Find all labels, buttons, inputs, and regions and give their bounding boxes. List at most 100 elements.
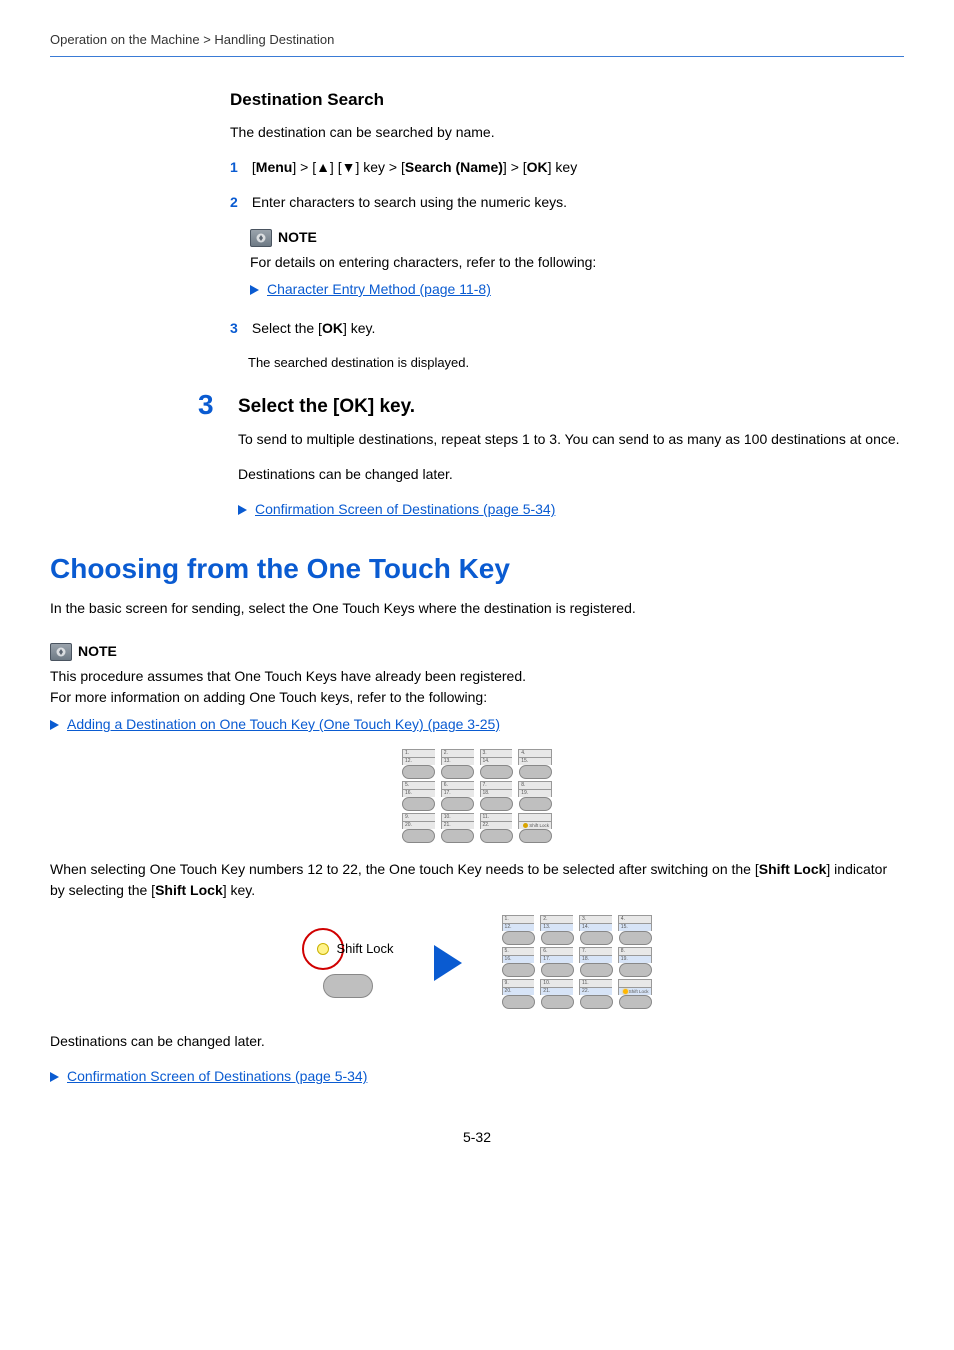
kp-label: 14. [480,757,513,765]
destination-search-heading: Destination Search [230,87,884,113]
one-touch-keypad-shifted: 1.2.3.4. 12.13.14.15. 5.6.7.8. 16.17.18.… [502,915,652,1011]
search-name-label: Search (Name) [405,159,503,175]
kp-label: 14. [579,923,612,931]
kp-button [502,963,535,977]
kp-button [619,963,652,977]
kp-shift-label: Shift Lock [518,821,552,829]
step-2: 2 Enter characters to search using the n… [230,192,884,213]
kp-label: 16. [502,955,535,963]
kp-label: 12. [502,923,535,931]
kp-button [541,995,574,1009]
kp-label: 9. [402,813,435,821]
text: ] key [548,159,578,175]
note-title: NOTE [278,227,317,248]
arrow-right-icon [434,945,462,981]
page-number: 5-32 [50,1127,904,1148]
kp-label: 6. [540,947,573,955]
kp-button [619,995,652,1009]
step-number: 2 [230,192,248,213]
kp-label: 5. [402,781,435,789]
big-step-number: 3 [198,391,220,531]
adding-destination-link[interactable]: Adding a Destination on One Touch Key (O… [67,714,500,735]
kp-label: 17. [540,955,573,963]
note-line-2: For more information on adding One Touch… [50,687,904,708]
step-3: 3 Select the [OK] key. [230,318,884,339]
kp-label: 2. [540,915,573,923]
note-box: NOTE For details on entering characters,… [250,227,824,300]
kp-button [519,829,552,843]
step-3-sub: The searched destination is displayed. [248,353,884,373]
kp-label: 1. [402,749,435,757]
section-title: Choosing from the One Touch Key [50,548,904,590]
kp-button [441,765,474,779]
confirmation-link[interactable]: Confirmation Screen of Destinations (pag… [255,499,555,520]
divider [50,56,904,57]
kp-label: 2. [441,749,474,757]
kp-button [480,765,513,779]
kp-label: 3. [579,915,612,923]
kp-label: 18. [480,789,513,797]
kp-label: 8. [618,947,652,955]
kp-button [580,995,613,1009]
kp-label [618,979,652,987]
kp-label: 22. [480,821,513,829]
kp-button [541,963,574,977]
kp-label: 19. [518,789,552,797]
step-text: Enter characters to search using the num… [252,194,567,210]
note-line-1: This procedure assumes that One Touch Ke… [50,666,904,687]
kp-label: 12. [402,757,435,765]
kp-button [441,797,474,811]
kp-label: 10. [441,813,474,821]
menu-label: Menu [256,159,293,175]
ok-label: OK [527,159,548,175]
kp-label: 4. [618,915,652,923]
note-icon [250,229,272,247]
kp-button [519,765,552,779]
kp-label: 10. [540,979,573,987]
kp-label: 21. [540,987,573,995]
text: When selecting One Touch Key numbers 12 … [50,861,759,877]
shift-lock-illustration-row: Shift Lock 1.2.3.4. 12.13.14.15. 5.6.7.8… [50,915,904,1011]
kp-label: 9. [502,979,535,987]
shift-lock-label: Shift Lock [759,861,827,877]
text: ] > [▲] [▼] key > [ [292,159,405,175]
confirmation-link-2[interactable]: Confirmation Screen of Destinations (pag… [67,1066,367,1087]
kp-label: 4. [518,749,552,757]
big-step-p1: To send to multiple destinations, repeat… [238,429,904,450]
arrow-icon [250,285,259,295]
destination-search-intro: The destination can be searched by name. [230,122,884,143]
kp-button [402,829,435,843]
note-icon [50,643,72,661]
step-number: 3 [230,318,248,339]
kp-button [441,829,474,843]
shift-lock-paragraph: When selecting One Touch Key numbers 12 … [50,859,904,901]
note-box: NOTE This procedure assumes that One Tou… [50,641,904,735]
kp-label: 19. [618,955,652,963]
ok-label: OK [322,320,343,336]
kp-button [502,931,535,945]
kp-label [518,813,552,821]
kp-button [480,797,513,811]
shift-lock-label: Shift Lock [155,882,223,898]
kp-button [619,931,652,945]
step-number: 1 [230,157,248,178]
led-indicator-icon [317,943,329,955]
shift-lock-text: Shift Lock [336,939,393,959]
kp-label: 11. [480,813,513,821]
text: ] key. [343,320,375,336]
kp-button [519,797,552,811]
note-body: For details on entering characters, refe… [250,252,824,273]
arrow-icon [50,1072,59,1082]
text: ] key. [223,882,255,898]
kp-label: 3. [480,749,513,757]
kp-label: 11. [579,979,612,987]
kp-label: 5. [502,947,535,955]
text: Select the [ [252,320,322,336]
kp-label: 18. [579,955,612,963]
big-step-title: Select the [OK] key. [238,393,904,422]
kp-label: 17. [441,789,474,797]
shift-lock-key [323,974,373,998]
kp-label: 1. [502,915,535,923]
character-entry-link[interactable]: Character Entry Method (page 11-8) [267,279,491,300]
kp-label: 20. [402,821,435,829]
